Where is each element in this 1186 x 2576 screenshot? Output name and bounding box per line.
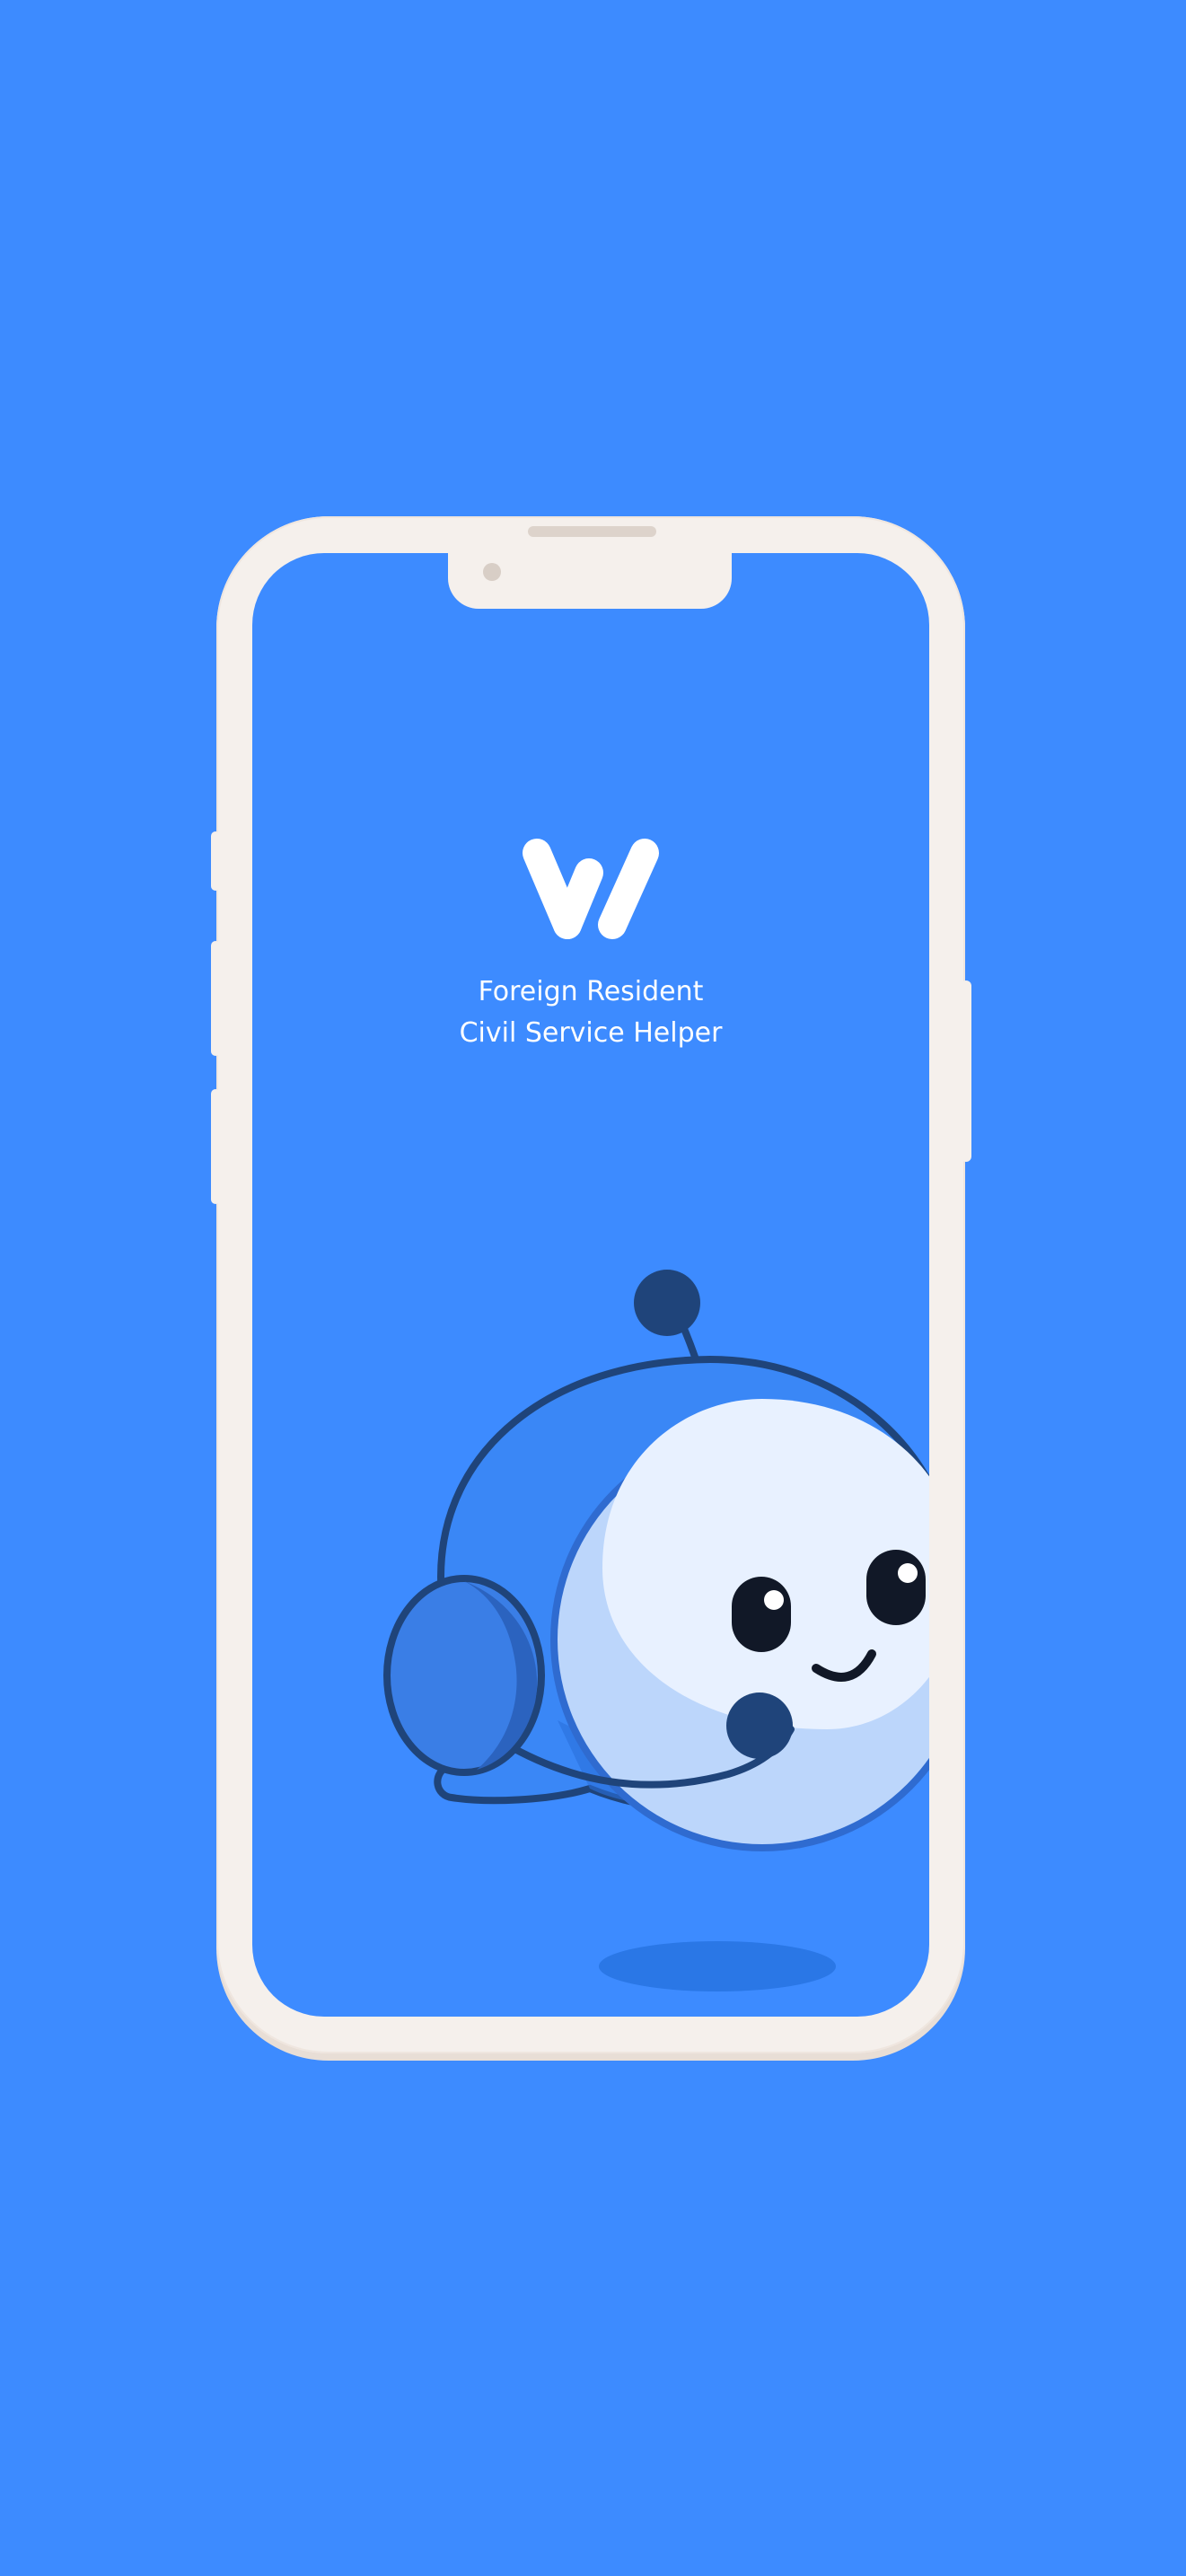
mascot-right-eye [866, 1550, 926, 1625]
chat-bubble-robot-mascot-icon [383, 1270, 929, 1991]
phone-mute-switch [211, 831, 220, 891]
mascot-left-eye [732, 1577, 791, 1652]
tagline-line-2: Civil Service Helper [459, 1017, 723, 1049]
app-tagline: Foreign Resident Civil Service Helper [296, 971, 885, 1054]
w-logo-icon [523, 839, 659, 939]
phone-screen [252, 553, 929, 2017]
mascot-left-eye-shine [764, 1590, 784, 1610]
mascot-antenna-ball [634, 1270, 700, 1336]
phone-speaker [528, 526, 656, 537]
front-camera-icon [483, 563, 501, 581]
mascot-shadow [599, 1941, 836, 1991]
mascot-headset-mic [726, 1692, 793, 1759]
splash-stage: Foreign Resident Civil Service Helper [0, 0, 1186, 2576]
phone-volume-up-button [211, 941, 220, 1056]
tagline-line-1: Foreign Resident [478, 976, 704, 1007]
phone-power-button [961, 980, 971, 1162]
phone-volume-down-button [211, 1089, 220, 1204]
mascot-right-eye-shine [898, 1563, 918, 1583]
